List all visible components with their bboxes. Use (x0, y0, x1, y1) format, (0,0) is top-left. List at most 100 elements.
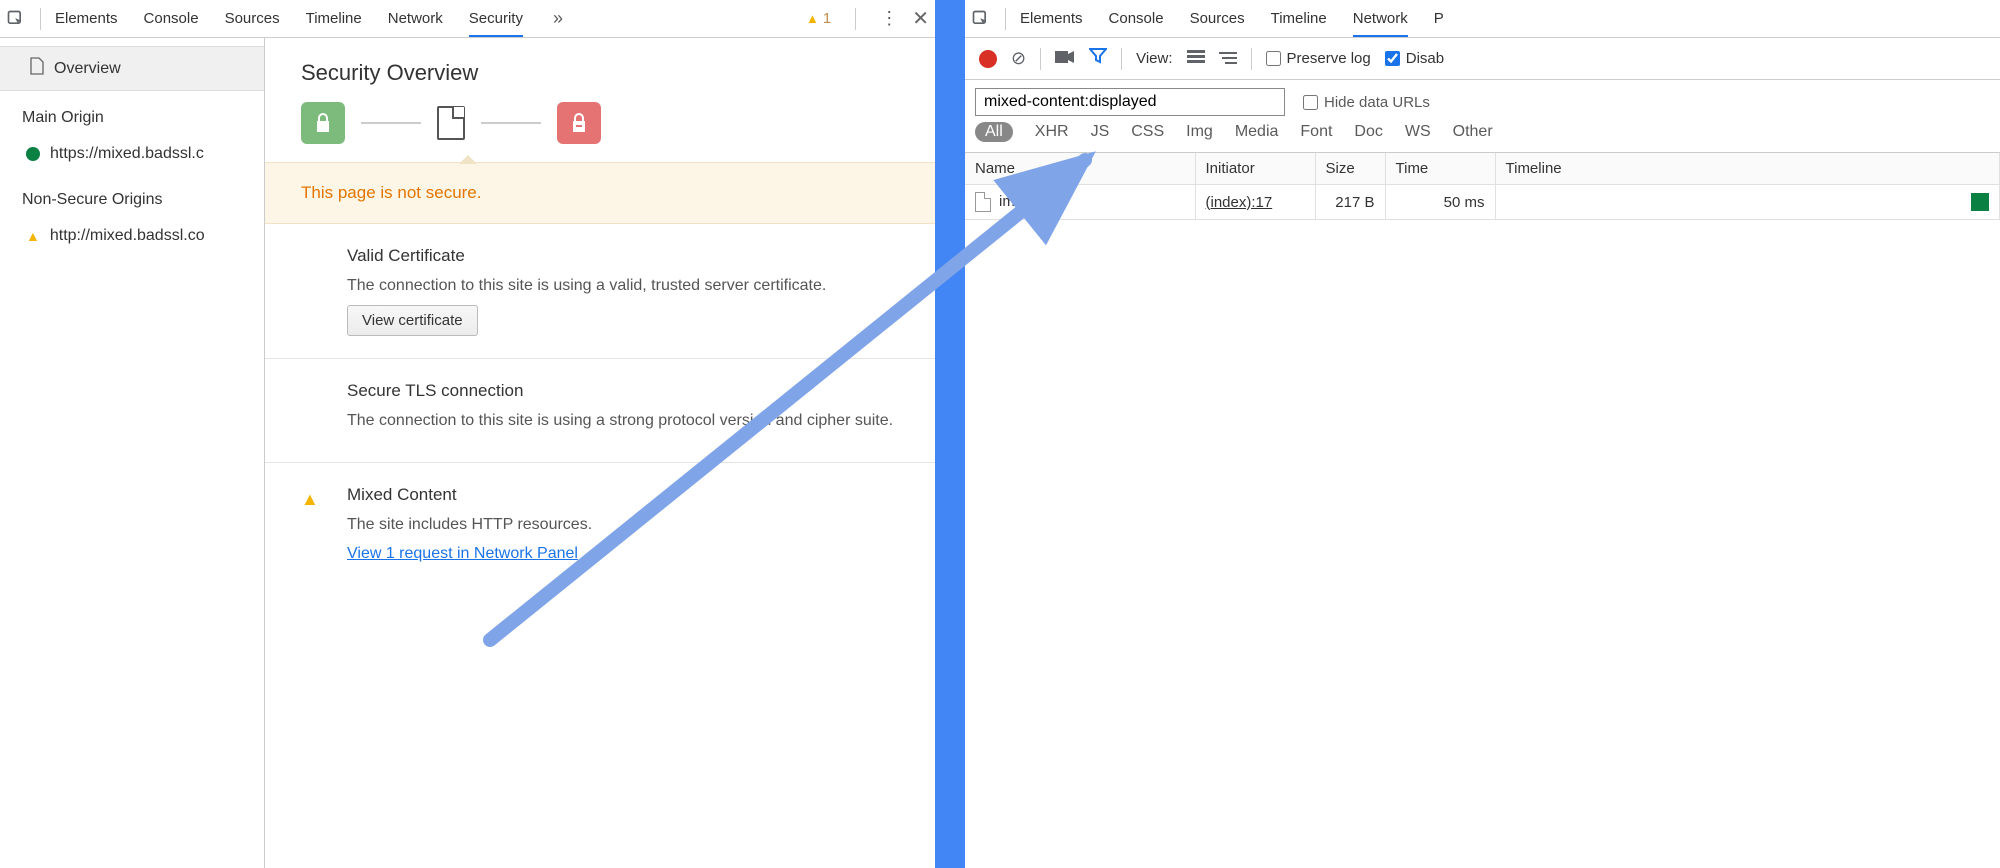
block-body: The connection to this site is using a s… (347, 409, 893, 432)
secure-dot-icon (26, 147, 40, 161)
table-header-row: Name Initiator Size Time Timeline (965, 153, 2000, 185)
hide-data-urls-label: Hide data URLs (1324, 94, 1430, 111)
col-timeline[interactable]: Timeline (1495, 153, 2000, 185)
filter-ws[interactable]: WS (1405, 123, 1431, 141)
inspect-icon[interactable] (6, 9, 26, 29)
warning-count: 1 (823, 10, 831, 27)
disable-cache-checkbox[interactable]: Disab (1385, 50, 1444, 67)
network-filter-row: Hide data URLs (965, 80, 2000, 120)
tab-timeline[interactable]: Timeline (306, 0, 362, 38)
network-table: Name Initiator Size Time Timeline image.… (965, 153, 2000, 220)
filter-media[interactable]: Media (1235, 123, 1279, 141)
tab-console[interactable]: Console (1109, 0, 1164, 38)
pane-divider (935, 0, 965, 868)
security-body: Overview Main Origin https://mixed.badss… (0, 38, 935, 868)
timeline-bar-icon (1971, 193, 1989, 211)
hide-data-urls-checkbox[interactable]: Hide data URLs (1303, 94, 1430, 111)
tab-elements[interactable]: Elements (1020, 0, 1083, 38)
view-label: View: (1136, 50, 1172, 67)
security-status-chain (265, 92, 935, 162)
security-block-mixed: ▲ Mixed Content The site includes HTTP r… (265, 463, 935, 584)
chain-line (361, 122, 421, 124)
filter-font[interactable]: Font (1300, 123, 1332, 141)
tab-network[interactable]: Network (1353, 0, 1408, 38)
view-requests-link[interactable]: View 1 request in Network Panel (347, 545, 578, 562)
preserve-log-checkbox[interactable]: Preserve log (1266, 50, 1371, 67)
tab-elements[interactable]: Elements (55, 0, 118, 38)
file-icon (30, 57, 44, 80)
filter-doc[interactable]: Doc (1354, 123, 1382, 141)
security-block-certificate: Valid Certificate The connection to this… (265, 224, 935, 359)
clear-icon[interactable]: ⊘ (1011, 48, 1026, 69)
view-small-icon[interactable] (1219, 48, 1237, 69)
view-large-icon[interactable] (1187, 48, 1205, 69)
close-icon[interactable]: ✕ (912, 6, 929, 31)
col-name[interactable]: Name (965, 153, 1195, 185)
sidebar-nonsecure-item[interactable]: ▲ http://mixed.badssl.co (0, 217, 264, 255)
table-row[interactable]: image.jpg (index):17 217 B 50 ms (965, 185, 2000, 220)
cell-name: image.jpg (965, 185, 1195, 220)
filter-other[interactable]: Other (1453, 123, 1493, 141)
toolbar-separator (1005, 8, 1006, 30)
file-neutral-icon (437, 106, 465, 140)
tab-console[interactable]: Console (144, 0, 199, 38)
tab-security[interactable]: Security (469, 0, 523, 38)
tab-network[interactable]: Network (388, 0, 443, 38)
toolbar-separator (855, 8, 856, 30)
filter-img[interactable]: Img (1186, 123, 1213, 141)
warning-icon: ▲ (26, 228, 40, 244)
devtools-security-pane: Elements Console Sources Timeline Networ… (0, 0, 935, 868)
cell-time: 50 ms (1385, 185, 1495, 220)
network-type-filters: All XHR JS CSS Img Media Font Doc WS Oth… (965, 120, 2000, 153)
security-overview-title: Security Overview (265, 38, 935, 92)
camera-icon[interactable] (1055, 48, 1075, 69)
tab-sources[interactable]: Sources (1190, 0, 1245, 38)
tab-timeline[interactable]: Timeline (1271, 0, 1327, 38)
toolbar-separator (1251, 48, 1252, 70)
file-icon (975, 192, 991, 212)
sidebar-main-origin-header: Main Origin (0, 91, 264, 135)
tab-cut[interactable]: P (1434, 0, 1444, 38)
kebab-menu-icon[interactable]: ⋮ (880, 8, 898, 29)
preserve-log-label: Preserve log (1287, 50, 1371, 67)
cell-initiator[interactable]: (index):17 (1195, 185, 1315, 220)
devtools-toolbar-left: Elements Console Sources Timeline Networ… (0, 0, 935, 38)
security-sidebar: Overview Main Origin https://mixed.badss… (0, 38, 265, 868)
tabs-overflow[interactable]: » (549, 8, 567, 29)
filter-icon[interactable] (1089, 48, 1107, 69)
toolbar-separator (1040, 48, 1041, 70)
inspect-icon[interactable] (971, 9, 991, 29)
col-size[interactable]: Size (1315, 153, 1385, 185)
devtools-network-pane: Elements Console Sources Timeline Networ… (965, 0, 2000, 868)
view-certificate-button[interactable]: View certificate (347, 305, 478, 336)
col-initiator[interactable]: Initiator (1195, 153, 1315, 185)
security-block-tls: Secure TLS connection The connection to … (265, 359, 935, 463)
sidebar-item-overview[interactable]: Overview (0, 46, 264, 91)
record-icon[interactable] (979, 50, 997, 68)
filter-css[interactable]: CSS (1131, 123, 1164, 141)
warning-badge[interactable]: ▲ 1 (806, 10, 831, 27)
warning-icon: ▲ (806, 11, 819, 26)
security-banner: This page is not secure. (265, 162, 935, 224)
filter-js[interactable]: JS (1091, 123, 1110, 141)
block-body: The site includes HTTP resources. (347, 513, 592, 536)
toolbar-separator (1121, 48, 1122, 70)
col-time[interactable]: Time (1385, 153, 1495, 185)
block-heading: Valid Certificate (347, 246, 826, 266)
warning-icon: ▲ (301, 489, 319, 509)
filter-xhr[interactable]: XHR (1035, 123, 1069, 141)
cell-size: 217 B (1315, 185, 1385, 220)
cell-timeline (1495, 185, 2000, 220)
filter-all[interactable]: All (975, 122, 1013, 142)
toolbar-right-controls: ▲ 1 ⋮ ✕ (806, 6, 929, 31)
network-filter-input[interactable] (975, 88, 1285, 116)
security-banner-text: This page is not secure. (301, 183, 481, 202)
sidebar-nonsecure-url: http://mixed.badssl.co (50, 227, 205, 245)
block-heading: Mixed Content (347, 485, 592, 505)
disable-cache-label: Disab (1406, 50, 1444, 67)
chain-line (481, 122, 541, 124)
tab-sources[interactable]: Sources (225, 0, 280, 38)
network-controls-row: ⊘ View: Preserve log Disab (965, 38, 2000, 80)
sidebar-main-origin-item[interactable]: https://mixed.badssl.c (0, 135, 264, 173)
lock-secure-icon (301, 102, 345, 144)
